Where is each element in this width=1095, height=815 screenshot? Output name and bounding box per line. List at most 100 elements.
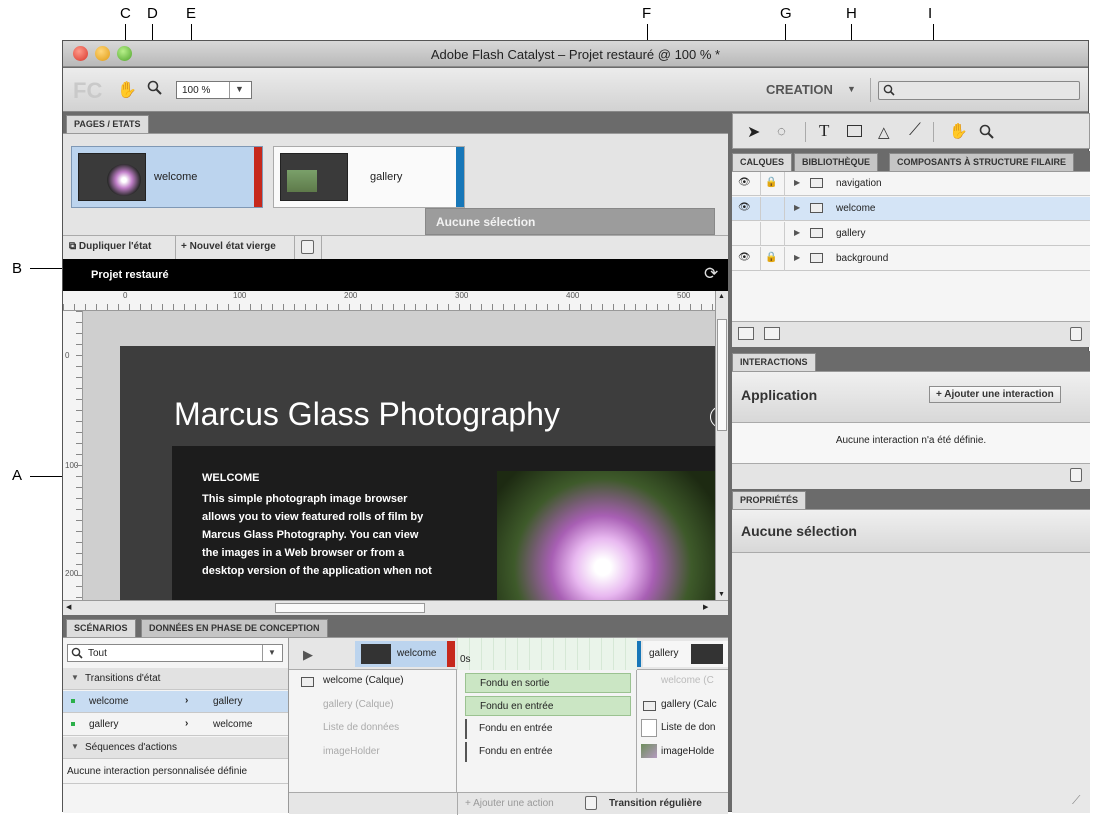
scroll-down-icon[interactable]: ▼: [718, 591, 725, 598]
artboard-canvas[interactable]: Marcus Glass Photography WELCOME This si…: [83, 311, 715, 600]
zoom-tool-icon[interactable]: [147, 80, 163, 99]
properties-header: Aucune sélection: [732, 509, 1090, 553]
new-sublayer-icon[interactable]: [764, 327, 780, 340]
lock-icon[interactable]: 🔒: [765, 252, 777, 263]
zoom-tool-icon[interactable]: [979, 124, 995, 143]
welcome-thumbnail: [78, 153, 146, 201]
ruler-h-100: 100: [233, 291, 247, 300]
tab-scenarios[interactable]: SCÉNARIOS: [66, 619, 136, 637]
to-objects: welcome (C gallery (Calc Liste de don im…: [637, 670, 728, 792]
layer-row-welcome[interactable]: 👁 ▶ welcome: [732, 197, 1090, 221]
rotate-tool-icon[interactable]: ◌: [777, 123, 786, 140]
lock-icon[interactable]: 🔒: [765, 177, 777, 188]
from-state-chip[interactable]: welcome: [355, 641, 447, 667]
line-tool-icon[interactable]: ⟋: [909, 120, 921, 140]
ruler-h-500: 500: [677, 291, 691, 300]
transition-row[interactable]: welcome › gallery: [63, 691, 288, 713]
zoom-divider: [229, 82, 230, 98]
duplicate-state-button[interactable]: ⧉ Dupliquer l'état: [69, 241, 151, 252]
search-input[interactable]: [878, 81, 1080, 100]
ruler-h-0: 0: [123, 291, 128, 300]
add-interaction-button[interactable]: + Ajouter une interaction: [929, 386, 1061, 403]
smooth-transition-button[interactable]: Transition régulière: [609, 798, 702, 809]
new-blank-state-button[interactable]: + Nouvel état vierge: [181, 241, 276, 252]
filter-divider: [262, 645, 263, 661]
trash-icon[interactable]: [585, 796, 597, 810]
triangle-tool-icon[interactable]: △: [878, 123, 890, 141]
horizontal-scroll-thumb[interactable]: [275, 603, 425, 613]
layer-label: background: [836, 253, 889, 264]
expand-icon[interactable]: ▶: [794, 253, 800, 262]
interactions-tabbar: INTERACTIONS: [732, 351, 1090, 371]
scroll-right-icon[interactable]: ▶: [703, 603, 708, 611]
layer-row-background[interactable]: 👁 🔒 ▶ background: [732, 247, 1090, 271]
hand-tool-icon[interactable]: ✋: [117, 80, 137, 100]
pages-actions-bar: ⧉ Dupliquer l'état + Nouvel état vierge: [63, 235, 728, 260]
state-filter-select[interactable]: Tout ▼: [67, 644, 283, 662]
action-sequences-header[interactable]: ▼ Séquences d'actions: [63, 737, 288, 759]
tab-layers[interactable]: CALQUES: [732, 153, 793, 171]
interactions-header: Application + Ajouter une interaction: [732, 371, 1090, 423]
expand-icon[interactable]: ▶: [794, 178, 800, 187]
expand-icon[interactable]: ▶: [794, 203, 800, 212]
page-thumb-gallery[interactable]: gallery: [273, 146, 465, 208]
action-bar[interactable]: Fondu en entrée: [465, 696, 631, 716]
expand-icon[interactable]: ▶: [794, 228, 800, 237]
workspace-label[interactable]: CREATION: [766, 82, 833, 97]
no-interactions-text: Aucune interaction n'a été définie.: [835, 435, 987, 446]
welcome-line: the images in a Web browser or from a: [202, 547, 405, 559]
tab-interactions[interactable]: INTERACTIONS: [732, 353, 816, 371]
text-tool-icon[interactable]: T: [819, 121, 829, 141]
timeline-footer: + Ajouter une action Transition régulièr…: [289, 792, 728, 815]
trash-icon[interactable]: [1070, 468, 1082, 482]
layer-row-navigation[interactable]: 👁 🔒 ▶ navigation: [732, 172, 1090, 196]
refresh-icon[interactable]: ⟳: [704, 264, 718, 284]
transition-to: gallery: [213, 696, 243, 707]
folder-icon: [810, 203, 823, 213]
scroll-up-icon[interactable]: ▲: [718, 293, 725, 300]
tab-wireframe-components[interactable]: COMPOSANTS À STRUCTURE FILAIRE: [889, 153, 1075, 171]
vertical-scrollbar[interactable]: ▲ ▼: [715, 291, 728, 600]
vertical-scroll-thumb[interactable]: [717, 319, 727, 431]
tab-design-data[interactable]: DONNÉES EN PHASE DE CONCEPTION: [141, 619, 328, 637]
add-action-label: Ajouter une action: [473, 798, 554, 809]
layer-row-gallery[interactable]: ▶ gallery: [732, 222, 1090, 246]
workspace-chevron-down-icon[interactable]: ▼: [847, 84, 856, 94]
state-transitions-header[interactable]: ▼ Transitions d'état: [63, 668, 288, 690]
eye-icon[interactable]: 👁: [738, 177, 751, 188]
callout-h: H: [846, 5, 857, 22]
eye-icon[interactable]: 👁: [738, 252, 751, 263]
action-bar[interactable]: Fondu en sortie: [465, 673, 631, 693]
resize-grip-icon[interactable]: ⟋: [1072, 793, 1080, 808]
from-state-label: welcome: [397, 648, 437, 659]
tab-properties[interactable]: PROPRIÉTÉS: [732, 491, 807, 509]
hand-tool-icon[interactable]: ✋: [949, 122, 968, 140]
layer-col-divider: [760, 197, 761, 221]
tools-divider-2: [933, 122, 934, 142]
action-bar[interactable]: Fondu en entrée: [465, 719, 631, 739]
action-label: Fondu en entrée: [479, 746, 553, 757]
selection-tool-icon[interactable]: ➤: [747, 122, 760, 142]
eye-icon[interactable]: 👁: [738, 202, 751, 213]
tab-library[interactable]: BIBLIOTHÈQUE: [794, 153, 879, 171]
new-layer-icon[interactable]: [738, 327, 754, 340]
transition-row[interactable]: gallery › welcome: [63, 714, 288, 736]
layer-col-divider: [760, 172, 761, 196]
from-state-color: [447, 641, 455, 667]
rectangle-tool-icon[interactable]: [847, 125, 862, 137]
add-action-button[interactable]: + Ajouter une action: [465, 798, 554, 809]
play-icon[interactable]: ▶: [303, 647, 313, 663]
action-bar[interactable]: Fondu en entrée: [465, 742, 631, 762]
page-color-bar-blue: [456, 147, 464, 207]
trash-icon[interactable]: [1070, 327, 1082, 341]
page-thumb-welcome[interactable]: welcome: [71, 146, 263, 208]
layers-panel: CALQUES BIBLIOTHÈQUE COMPOSANTS À STRUCT…: [732, 151, 1090, 347]
zoom-level-select[interactable]: 100 % ▼: [176, 81, 252, 99]
trash-icon[interactable]: [301, 240, 314, 254]
to-state-label: gallery: [649, 648, 679, 659]
scroll-left-icon[interactable]: ◀: [66, 603, 71, 611]
to-state-chip[interactable]: gallery: [643, 641, 728, 667]
duplicate-icon: ⧉: [69, 241, 79, 252]
horizontal-scrollbar[interactable]: ◀ ▶: [63, 600, 728, 615]
tab-pages-states[interactable]: PAGES / ETATS: [66, 115, 149, 133]
